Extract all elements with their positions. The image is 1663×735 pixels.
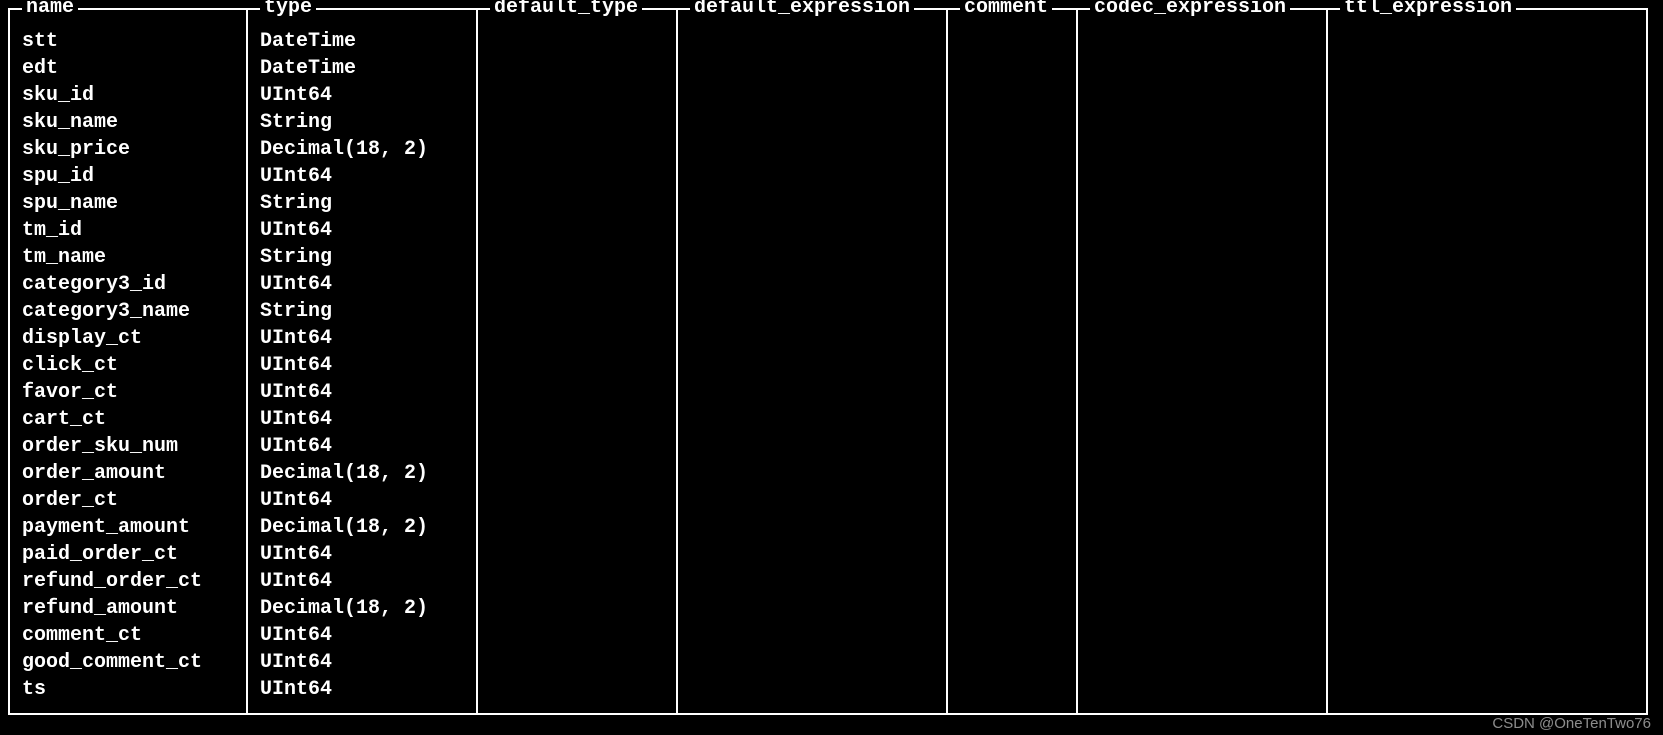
- cell-type: UInt64: [260, 568, 464, 595]
- column-body-default_expression: [678, 10, 946, 700]
- column-header-type: type: [260, 0, 316, 19]
- cell-type: UInt64: [260, 352, 464, 379]
- cell-name: edt: [22, 55, 234, 82]
- cell-name: sku_name: [22, 109, 234, 136]
- watermark-text: CSDN @OneTenTwo76: [1492, 715, 1651, 732]
- cell-name: sku_id: [22, 82, 234, 109]
- column-comment: comment: [948, 8, 1078, 715]
- cell-type: DateTime: [260, 55, 464, 82]
- cell-type: Decimal(18, 2): [260, 514, 464, 541]
- cell-type: Decimal(18, 2): [260, 136, 464, 163]
- cell-type: UInt64: [260, 406, 464, 433]
- cell-name: tm_name: [22, 244, 234, 271]
- column-body-type: DateTimeDateTimeUInt64StringDecimal(18, …: [248, 10, 476, 713]
- cell-type: String: [260, 109, 464, 136]
- cell-name: refund_amount: [22, 595, 234, 622]
- cell-name: category3_name: [22, 298, 234, 325]
- column-default_type: default_type: [478, 8, 678, 715]
- column-header-default_type: default_type: [490, 0, 642, 19]
- cell-type: UInt64: [260, 541, 464, 568]
- cell-name: category3_id: [22, 271, 234, 298]
- column-codec_expression: codec_expression: [1078, 8, 1328, 715]
- cell-name: favor_ct: [22, 379, 234, 406]
- cell-type: UInt64: [260, 379, 464, 406]
- cell-type: String: [260, 190, 464, 217]
- cell-name: sku_price: [22, 136, 234, 163]
- cell-type: UInt64: [260, 163, 464, 190]
- cell-type: UInt64: [260, 649, 464, 676]
- cell-type: String: [260, 298, 464, 325]
- cell-type: UInt64: [260, 217, 464, 244]
- cell-name: refund_order_ct: [22, 568, 234, 595]
- cell-type: Decimal(18, 2): [260, 460, 464, 487]
- cell-type: UInt64: [260, 82, 464, 109]
- cell-name: order_sku_num: [22, 433, 234, 460]
- cell-type: UInt64: [260, 676, 464, 703]
- column-ttl_expression: ttl_expression: [1328, 8, 1648, 715]
- cell-name: comment_ct: [22, 622, 234, 649]
- cell-type: UInt64: [260, 271, 464, 298]
- cell-name: display_ct: [22, 325, 234, 352]
- cell-type: UInt64: [260, 622, 464, 649]
- column-body-comment: [948, 10, 1076, 700]
- column-header-ttl_expression: ttl_expression: [1340, 0, 1516, 19]
- column-header-comment: comment: [960, 0, 1052, 19]
- schema-table: namesttedtsku_idsku_namesku_pricespu_ids…: [8, 8, 1655, 715]
- column-header-codec_expression: codec_expression: [1090, 0, 1290, 19]
- cell-name: order_ct: [22, 487, 234, 514]
- cell-name: tm_id: [22, 217, 234, 244]
- column-type: typeDateTimeDateTimeUInt64StringDecimal(…: [248, 8, 478, 715]
- column-body-ttl_expression: [1328, 10, 1646, 700]
- cell-name: paid_order_ct: [22, 541, 234, 568]
- cell-name: stt: [22, 28, 234, 55]
- column-default_expression: default_expression: [678, 8, 948, 715]
- cell-type: Decimal(18, 2): [260, 595, 464, 622]
- column-body-default_type: [478, 10, 676, 700]
- cell-type: UInt64: [260, 433, 464, 460]
- cell-name: cart_ct: [22, 406, 234, 433]
- cell-name: spu_id: [22, 163, 234, 190]
- cell-type: UInt64: [260, 487, 464, 514]
- cell-name: ts: [22, 676, 234, 703]
- column-body-name: sttedtsku_idsku_namesku_pricespu_idspu_n…: [10, 10, 246, 713]
- column-header-default_expression: default_expression: [690, 0, 914, 19]
- cell-name: spu_name: [22, 190, 234, 217]
- cell-name: click_ct: [22, 352, 234, 379]
- cell-type: String: [260, 244, 464, 271]
- cell-name: good_comment_ct: [22, 649, 234, 676]
- column-header-name: name: [22, 0, 78, 19]
- cell-name: payment_amount: [22, 514, 234, 541]
- cell-name: order_amount: [22, 460, 234, 487]
- cell-type: DateTime: [260, 28, 464, 55]
- column-body-codec_expression: [1078, 10, 1326, 700]
- column-name: namesttedtsku_idsku_namesku_pricespu_ids…: [8, 8, 248, 715]
- cell-type: UInt64: [260, 325, 464, 352]
